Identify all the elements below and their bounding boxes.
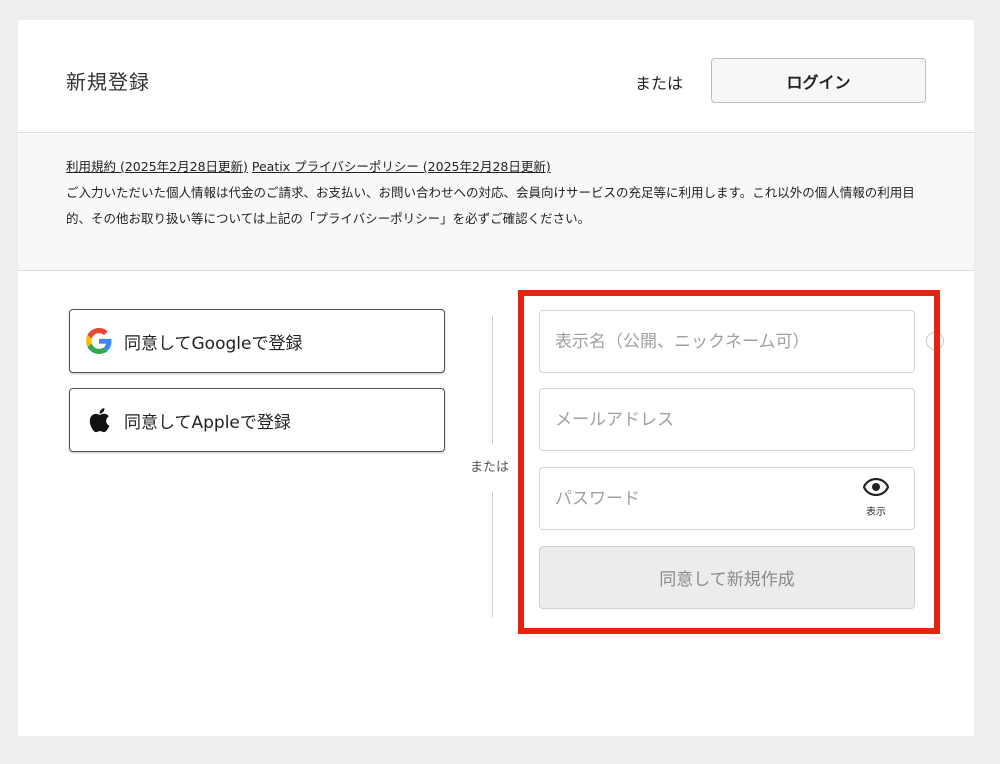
google-signup-button[interactable]: 同意してGoogleで登録 — [69, 309, 445, 373]
privacy-policy-link[interactable]: Peatix プライバシーポリシー (2025年2月28日更新) — [252, 159, 551, 174]
divider-line-bottom — [492, 492, 493, 617]
google-signup-label: 同意してGoogleで登録 — [124, 333, 303, 354]
divider-line-top — [492, 316, 493, 444]
google-logo-icon — [84, 326, 114, 356]
page-title: 新規登録 — [66, 70, 150, 94]
privacy-notice-text: ご入力いただいた個人情報は代金のご請求、お支払い、お問い合わせへの対応、会員向け… — [66, 185, 915, 226]
terms-notice: 利用規約 (2025年2月28日更新) Peatix プライバシーポリシー (2… — [18, 134, 974, 271]
login-button[interactable]: ログイン — [711, 58, 926, 103]
apple-signup-button[interactable]: 同意してAppleで登録 — [69, 388, 445, 452]
divider-or-text: または — [470, 460, 510, 475]
or-text: または — [635, 74, 684, 93]
terms-link[interactable]: 利用規約 (2025年2月28日更新) — [66, 159, 248, 174]
header: 新規登録 または ログイン — [18, 20, 974, 133]
apple-signup-label: 同意してAppleで登録 — [124, 412, 291, 433]
apple-logo-icon — [84, 405, 114, 435]
signup-card: 新規登録 または ログイン 利用規約 (2025年2月28日更新) Peatix… — [18, 20, 974, 736]
highlight-box — [518, 290, 940, 634]
